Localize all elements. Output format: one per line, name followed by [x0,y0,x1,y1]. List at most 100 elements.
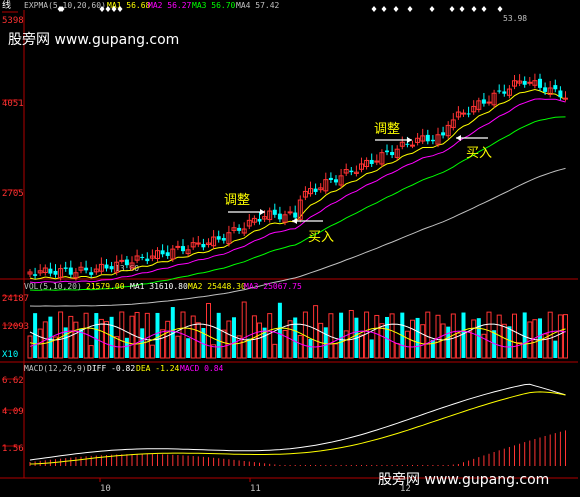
candle-body [33,274,38,276]
price-high-label: 53.98 [503,14,527,23]
volume-bar [186,338,191,358]
volume-bar [538,318,542,358]
volume-bar [323,327,328,358]
volume-bar [364,311,370,359]
candle-body [563,97,568,100]
macd-dea-line [29,391,566,465]
volume-bar [68,315,74,359]
stock-chart: 线 EXPMA(5,10,20,60) MA1 56.68 MA2 56.27 … [0,0,580,494]
signal-diamond [381,6,387,12]
candle-body [68,267,73,275]
candle-body [558,90,563,98]
candle-body [405,143,410,145]
price-tick-mid: 4051 [2,99,24,109]
candle-body [486,101,492,104]
candle-body [165,252,170,256]
x-tick-10: 10 [100,484,111,493]
candle-body [553,85,558,90]
candle-body [221,238,226,241]
candle-body [104,264,109,269]
ma3-value: MA3 56.70 [192,1,236,10]
macd-lines [29,383,566,465]
vol-label: VOL(5,10,20) [24,282,82,291]
candle-body [257,218,262,222]
signal-diamond [371,6,377,12]
candle-body [369,159,374,164]
candle-body [410,144,415,147]
volume-bar [563,314,568,359]
macd-tick-mid: 4.09 [2,407,24,417]
price-ma-line-1 [29,88,566,280]
price-tick-low: 2705 [2,189,24,199]
vol-ma3: MA3 25067.75 [244,282,302,291]
vol-tick-mid: 12093 [2,322,29,332]
volume-bar [221,329,227,359]
annotation-buy-2: 买入 [466,146,492,161]
macd-label: MACD(12,26,9) [24,364,87,373]
volume-bar [155,312,160,358]
volume-bar [257,322,262,359]
candle-body [527,81,533,84]
signal-diamond [459,6,465,12]
candle-body [313,188,318,192]
volume-bar [297,334,303,359]
candle-body [63,267,68,269]
volume-bar [333,343,339,359]
volume-bar [282,329,288,359]
price-ma-line-2 [29,98,566,284]
candle-body [543,87,548,92]
volume-bar [226,320,232,359]
volume-bar [476,318,481,358]
macd-dea: DEA -1.24 [136,364,180,373]
signal-diamond [393,6,399,12]
volume-bar [553,340,558,358]
candle-body [385,150,389,153]
volume-bar [501,323,507,359]
volume-bar [471,319,477,359]
candle-body [441,132,446,136]
candle-body [425,134,430,142]
candle-body [140,256,145,258]
price-ma-line-3 [29,116,566,291]
volume-bar [369,339,374,358]
candle-body [272,209,277,215]
candle-body [538,78,542,88]
arrow-adjust-2-head [407,137,412,143]
candle-body [390,151,395,156]
volume-bar [119,311,125,359]
price-tick-top: 5398 [2,16,24,26]
volume-bar [374,314,380,359]
macd-tick-low: 1.56 [2,444,24,454]
candle-body [349,170,354,173]
volume-bar [461,312,466,358]
volume-bar [165,320,171,359]
volume-bar [144,312,150,359]
vol-unit: X10 [2,350,18,360]
candle-body [461,112,466,115]
annotation-adjust-1: 调整 [224,193,250,208]
volume-bar [522,312,527,358]
volume-bar [175,335,181,359]
candle-body [502,91,507,94]
ma4-value: MA4 57.42 [236,1,280,10]
candle-body [277,213,282,220]
volume-bar [293,317,298,358]
volume-bar [430,339,435,358]
signal-diamond [481,6,487,12]
volume-bar [190,315,196,359]
volume-bar [507,326,512,358]
x-tick-11: 11 [250,484,261,493]
candle-body [293,212,298,218]
volume-bar [420,324,426,359]
candle-body [430,139,435,142]
x-tick-12: 12 [400,484,411,493]
candle-body [109,266,114,270]
macd-diff: DIFF -0.82 [87,364,135,373]
volume-bar [241,301,247,359]
volume-bar [94,313,99,358]
volume-bar [83,312,89,359]
volume-bar [216,312,221,358]
volume-bar [104,321,109,359]
candle-body [328,177,333,180]
candle-body [237,227,242,231]
